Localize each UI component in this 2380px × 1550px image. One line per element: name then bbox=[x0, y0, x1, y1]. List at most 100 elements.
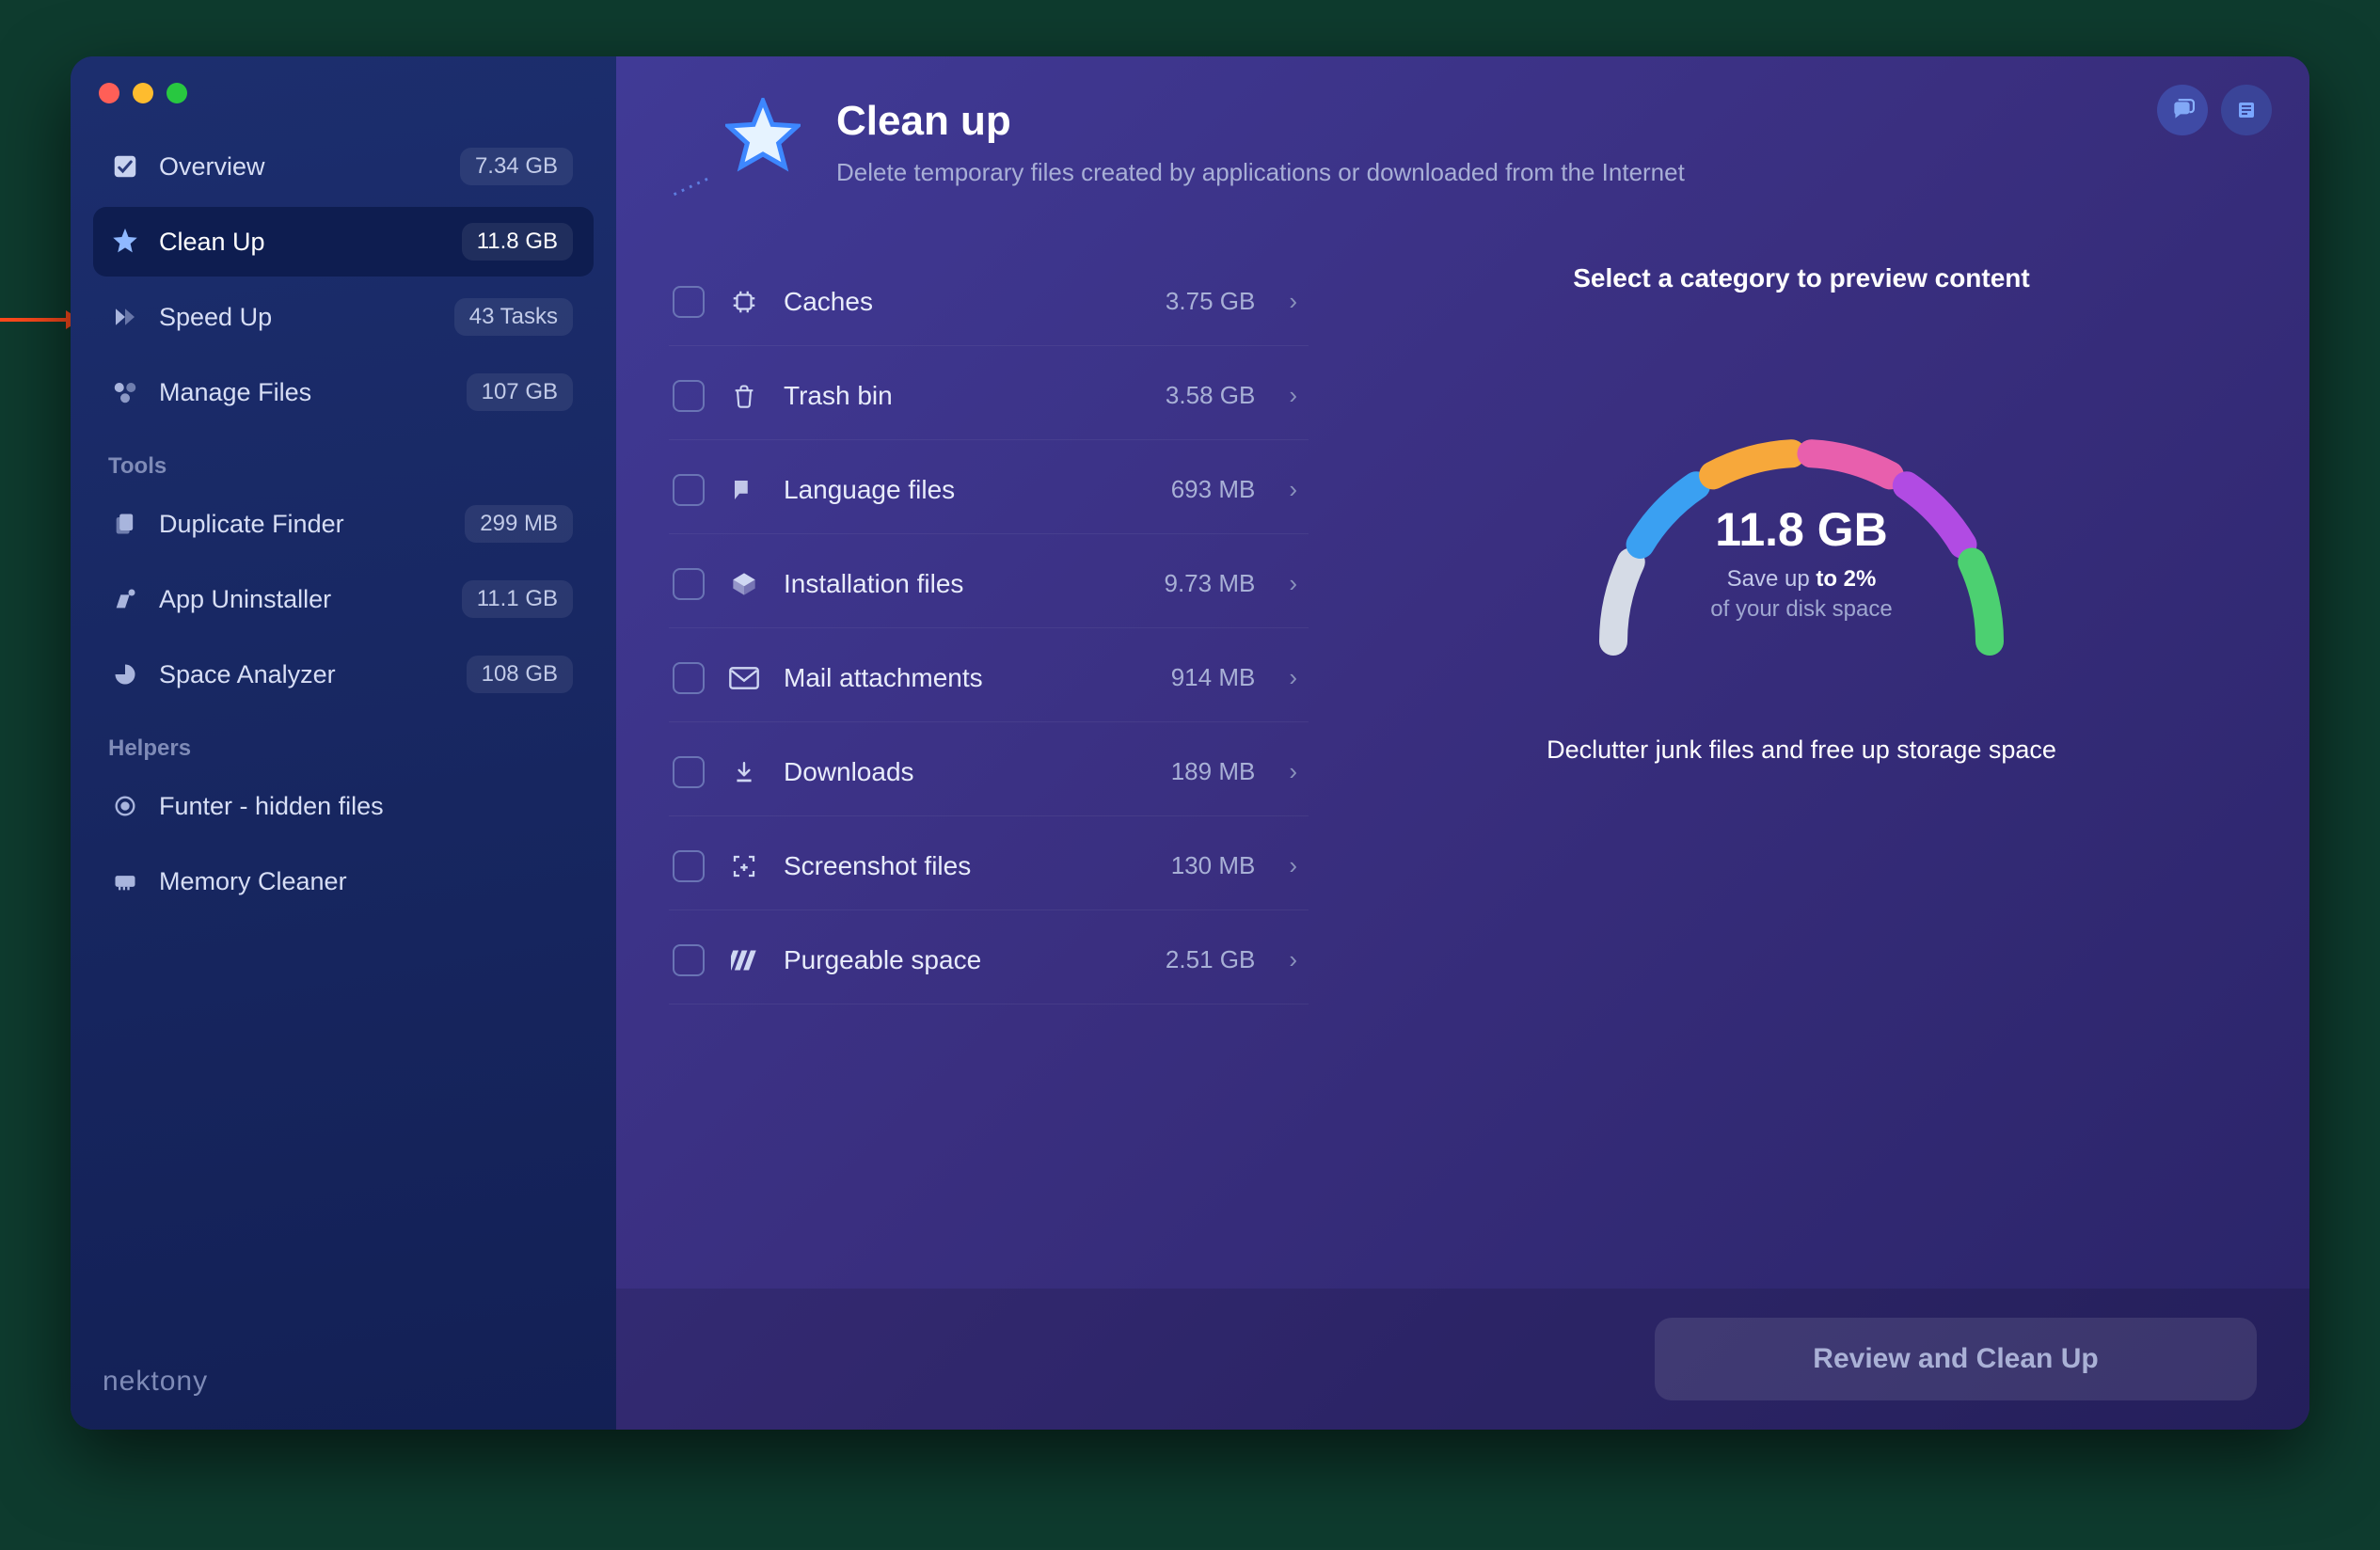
package-icon bbox=[725, 565, 763, 603]
category-size: 914 MB bbox=[1142, 663, 1255, 692]
category-label: Purgeable space bbox=[784, 945, 1121, 975]
minimize-window-button[interactable] bbox=[133, 83, 153, 103]
sidebar-section-tools: Tools bbox=[93, 433, 594, 489]
category-checkbox[interactable] bbox=[673, 474, 705, 506]
category-row[interactable]: Installation files9.73 MB› bbox=[669, 540, 1309, 628]
space-analyzer-icon bbox=[108, 657, 142, 691]
sidebar-item-app-uninstaller[interactable]: App Uninstaller 11.1 GB bbox=[93, 564, 594, 634]
category-size: 9.73 MB bbox=[1142, 569, 1255, 598]
app-uninstaller-icon bbox=[108, 582, 142, 616]
star-icon bbox=[725, 98, 801, 173]
category-row[interactable]: Screenshot files130 MB› bbox=[669, 822, 1309, 910]
category-row[interactable]: Caches3.75 GB› bbox=[669, 258, 1309, 346]
category-row[interactable]: Mail attachments 914 MB › bbox=[669, 634, 1309, 722]
header-illustration: · · · · · bbox=[669, 98, 810, 220]
category-label: Installation files bbox=[784, 569, 1121, 599]
stripes-icon bbox=[725, 941, 763, 979]
sidebar-item-label: Speed Up bbox=[159, 303, 437, 332]
category-checkbox[interactable] bbox=[673, 850, 705, 882]
sidebar-item-badge: 11.1 GB bbox=[462, 580, 573, 618]
sidebar-item-badge: 43 Tasks bbox=[454, 298, 573, 336]
category-row[interactable]: Trash bin 3.58 GB › bbox=[669, 352, 1309, 440]
chevron-right-icon: › bbox=[1289, 381, 1297, 410]
category-label: Screenshot files bbox=[784, 851, 1121, 881]
chevron-right-icon: › bbox=[1289, 757, 1297, 786]
screenshot-icon bbox=[725, 847, 763, 885]
sidebar-item-badge: 299 MB bbox=[465, 505, 573, 543]
chip-icon bbox=[725, 283, 763, 321]
gauge: 11.8 GB Save up to 2% of your disk space bbox=[1557, 397, 2046, 660]
chevron-right-icon: › bbox=[1289, 287, 1297, 316]
chevron-right-icon: › bbox=[1289, 945, 1297, 974]
sidebar-item-label: Clean Up bbox=[159, 228, 445, 257]
sidebar-item-space-analyzer[interactable]: Space Analyzer 108 GB bbox=[93, 640, 594, 709]
sidebar-item-clean-up[interactable]: Clean Up 11.8 GB bbox=[93, 207, 594, 277]
star-trail-icon: · · · · · bbox=[664, 165, 712, 209]
gauge-line2: of your disk space bbox=[1710, 596, 1892, 623]
category-checkbox[interactable] bbox=[673, 286, 705, 318]
category-row[interactable]: Purgeable space 2.51 GB › bbox=[669, 916, 1309, 1004]
window-controls bbox=[93, 75, 594, 132]
chevron-right-icon: › bbox=[1289, 663, 1297, 692]
category-checkbox[interactable] bbox=[673, 944, 705, 976]
sidebar-item-label: Overview bbox=[159, 152, 443, 182]
manage-files-icon bbox=[108, 375, 142, 409]
review-clean-up-button[interactable]: Review and Clean Up bbox=[1655, 1318, 2257, 1400]
app-window: Overview 7.34 GB Clean Up 11.8 GB Speed … bbox=[71, 56, 2309, 1430]
category-size: 3.58 GB bbox=[1142, 381, 1255, 410]
category-checkbox[interactable] bbox=[673, 756, 705, 788]
flag-icon bbox=[725, 471, 763, 509]
trash-icon bbox=[725, 377, 763, 415]
close-window-button[interactable] bbox=[99, 83, 119, 103]
sidebar-item-label: Memory Cleaner bbox=[159, 867, 573, 896]
duplicate-finder-icon bbox=[108, 507, 142, 541]
category-size: 2.51 GB bbox=[1142, 945, 1255, 974]
category-checkbox[interactable] bbox=[673, 662, 705, 694]
sidebar-item-memory-cleaner[interactable]: Memory Cleaner bbox=[93, 846, 594, 916]
sidebar-item-badge: 7.34 GB bbox=[460, 148, 573, 185]
category-row[interactable]: Downloads 189 MB › bbox=[669, 728, 1309, 816]
sidebar-item-duplicate-finder[interactable]: Duplicate Finder 299 MB bbox=[93, 489, 594, 559]
preview-subtitle: Declutter junk files and free up storage… bbox=[1547, 735, 2056, 765]
category-size: 3.75 GB bbox=[1142, 287, 1255, 316]
sidebar-item-badge: 11.8 GB bbox=[462, 223, 573, 261]
news-button[interactable] bbox=[2221, 85, 2272, 135]
sidebar-section-helpers: Helpers bbox=[93, 715, 594, 771]
sidebar-item-label: Duplicate Finder bbox=[159, 510, 448, 539]
top-actions bbox=[2157, 85, 2272, 135]
category-row[interactable]: Language files693 MB› bbox=[669, 446, 1309, 534]
page-header: · · · · · Clean up Delete temporary file… bbox=[616, 56, 2309, 239]
category-label: Mail attachments bbox=[784, 663, 1121, 693]
sidebar-item-label: Space Analyzer bbox=[159, 660, 450, 689]
mail-icon bbox=[725, 659, 763, 697]
chat-button[interactable] bbox=[2157, 85, 2208, 135]
sidebar-item-label: Manage Files bbox=[159, 378, 450, 407]
content-area: Caches3.75 GB›Trash bin3.58 GB›Language … bbox=[616, 239, 2309, 1289]
sidebar-item-badge: 108 GB bbox=[467, 656, 573, 693]
category-checkbox[interactable] bbox=[673, 568, 705, 600]
category-checkbox[interactable] bbox=[673, 380, 705, 412]
sidebar-item-speed-up[interactable]: Speed Up 43 Tasks bbox=[93, 282, 594, 352]
sidebar-item-label: App Uninstaller bbox=[159, 585, 445, 614]
sidebar-item-badge: 107 GB bbox=[467, 373, 573, 411]
sidebar-item-label: Funter - hidden files bbox=[159, 792, 573, 821]
funter-icon bbox=[108, 789, 142, 823]
pointer-arrow bbox=[0, 310, 81, 329]
category-label: Trash bin bbox=[784, 381, 1121, 411]
sidebar-item-overview[interactable]: Overview 7.34 GB bbox=[93, 132, 594, 201]
gauge-line1: Save up to 2% bbox=[1710, 566, 1892, 593]
category-size: 693 MB bbox=[1142, 475, 1255, 504]
page-title: Clean up bbox=[836, 98, 1685, 145]
zoom-window-button[interactable] bbox=[167, 83, 187, 103]
gauge-value: 11.8 GB bbox=[1710, 502, 1892, 557]
footer-bar: Review and Clean Up bbox=[616, 1289, 2309, 1430]
page-subtitle: Delete temporary files created by applic… bbox=[836, 158, 1685, 187]
preview-title: Select a category to preview content bbox=[1573, 263, 2030, 293]
sidebar-item-funter[interactable]: Funter - hidden files bbox=[93, 771, 594, 841]
sidebar-item-manage-files[interactable]: Manage Files 107 GB bbox=[93, 357, 594, 427]
preview-panel: Select a category to preview content 11.… bbox=[1346, 258, 2257, 1289]
brand-label: nektony bbox=[93, 1366, 594, 1403]
category-list: Caches3.75 GB›Trash bin3.58 GB›Language … bbox=[669, 258, 1309, 1289]
category-label: Downloads bbox=[784, 757, 1121, 787]
category-size: 189 MB bbox=[1142, 757, 1255, 786]
